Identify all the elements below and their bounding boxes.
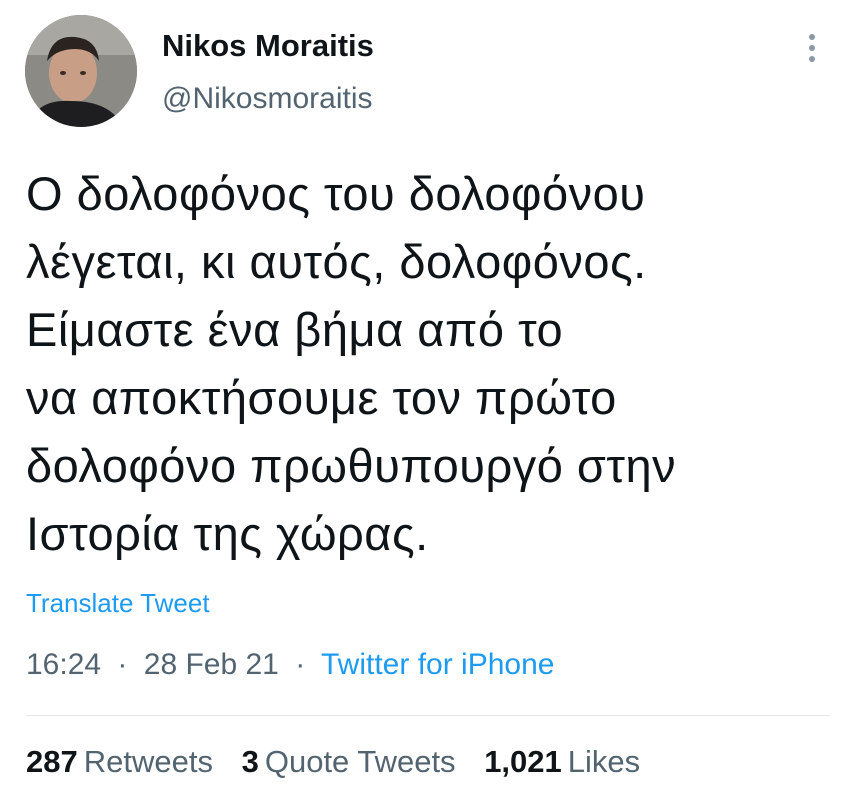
- tweet-text-line: Είμαστε ένα βήμα από το: [26, 303, 564, 356]
- quote-tweets-count: 3: [241, 744, 259, 779]
- avatar[interactable]: [25, 15, 137, 127]
- tweet-source-link[interactable]: Twitter for iPhone: [321, 648, 554, 681]
- tweet-date[interactable]: 28 Feb 21: [144, 648, 279, 681]
- retweets-count: 287: [26, 744, 78, 779]
- author-handle[interactable]: @Nikosmoraitis: [162, 82, 372, 116]
- tweet-detail: Nikos Moraitis @Nikosmoraitis Ο δολοφόνο…: [0, 0, 853, 800]
- quote-tweets-label: Quote Tweets: [264, 744, 456, 779]
- tweet-text: Ο δολοφόνος του δολοφόνου λέγεται, κι αυ…: [26, 160, 826, 568]
- likes-label: Likes: [567, 744, 641, 779]
- meta-separator: ·: [117, 648, 128, 681]
- retweets-label: Retweets: [83, 744, 213, 779]
- engagement-stats: 287 Retweets 3 Quote Tweets 1,021 Likes: [26, 744, 660, 780]
- author-name[interactable]: Nikos Moraitis: [162, 28, 374, 64]
- likes-count: 1,021: [484, 744, 562, 779]
- avatar-image: [25, 15, 137, 127]
- tweet-text-line: δολοφόνο πρωθυπουργό στην: [26, 439, 677, 492]
- quote-tweets-stat[interactable]: 3 Quote Tweets: [242, 744, 456, 779]
- meta-separator: ·: [295, 648, 306, 681]
- more-vertical-icon: [809, 34, 815, 62]
- tweet-text-line: λέγεται, κι αυτός, δολοφόνος.: [26, 235, 647, 288]
- tweet-text-line: να αποκτήσουμε τον πρώτο: [26, 371, 617, 424]
- likes-stat[interactable]: 1,021 Likes: [484, 744, 640, 779]
- tweet-text-line: Ο δολοφόνος του δολοφόνου: [26, 167, 646, 220]
- more-options-button[interactable]: [794, 28, 830, 68]
- divider: [26, 715, 830, 716]
- retweets-stat[interactable]: 287 Retweets: [26, 744, 213, 779]
- tweet-metadata: 16:24 · 28 Feb 21 · Twitter for iPhone: [26, 648, 554, 682]
- tweet-time[interactable]: 16:24: [26, 648, 101, 681]
- translate-tweet-link[interactable]: Translate Tweet: [26, 588, 210, 619]
- tweet-text-line: Ιστορία της χώρας.: [26, 507, 429, 560]
